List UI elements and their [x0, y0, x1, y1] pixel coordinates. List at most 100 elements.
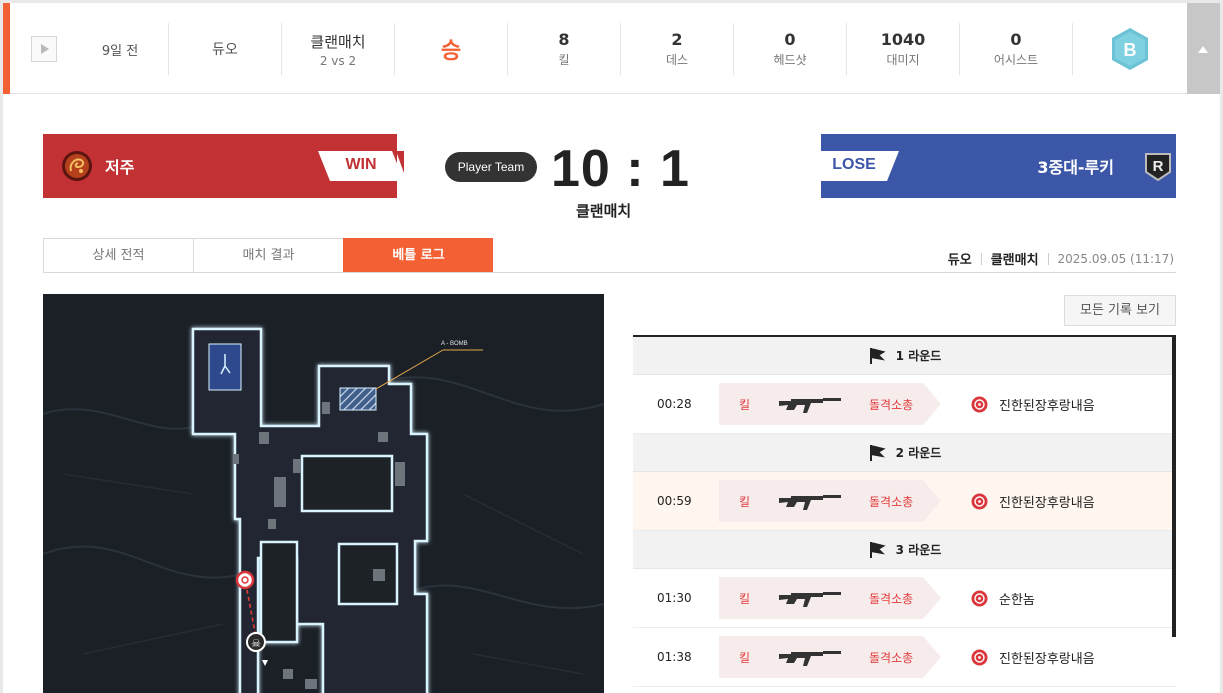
rank-badge-letter: B — [1124, 40, 1137, 60]
stat-value: 2 — [671, 30, 683, 49]
victim-target-icon — [971, 396, 988, 413]
round-header: 3 라운드 — [633, 531, 1176, 569]
meta-separator — [980, 252, 982, 265]
assault-rifle-icon — [779, 398, 841, 413]
team-b-name: 3중대-루키 — [1037, 158, 1114, 177]
kill-log-row[interactable]: 00:28 킬 돌격소총 진한된장후랑내음 — [633, 375, 1176, 434]
match-detail-panel: 9일 전 듀오 클랜매치 2 vs 2 승 8 킬 2 데스 0 헤드샷 104… — [3, 3, 1220, 693]
stat-deaths: 2 데스 — [621, 23, 733, 75]
kill-action: 킬 — [739, 592, 751, 606]
tab-detail-record[interactable]: 상세 전적 — [43, 238, 193, 273]
replay-button[interactable] — [31, 36, 57, 62]
stat-value: 0 — [784, 30, 796, 49]
match-type: 클랜매치 — [310, 32, 366, 51]
lose-tag: LOSE — [809, 151, 899, 181]
round-label: 1 라운드 — [895, 349, 942, 363]
result-cell: 승 — [395, 23, 507, 75]
tab-battle-log[interactable]: 베틀 로그 — [343, 238, 493, 273]
kill-log-row[interactable]: 01:30 킬 돌격소총 순한놈 — [633, 569, 1176, 628]
result-label: 승 — [440, 39, 462, 64]
match-format: 2 vs 2 — [319, 53, 357, 68]
match-summary-row[interactable]: 9일 전 듀오 클랜매치 2 vs 2 승 8 킬 2 데스 0 헤드샷 104… — [3, 3, 1220, 94]
battle-map[interactable]: A - BOMB ☠ — [43, 294, 604, 693]
kill-info: 킬 돌격소총 — [719, 577, 941, 619]
round-header: 1 라운드 — [633, 337, 1176, 375]
kill-action: 킬 — [739, 495, 751, 509]
svg-text:R: R — [1153, 158, 1164, 175]
victim-name: 진한된장후랑내음 — [999, 652, 1095, 667]
victim-name: 진한된장후랑내음 — [999, 496, 1095, 511]
team-b-result: LOSE — [832, 156, 876, 173]
kill-time: 01:30 — [657, 591, 692, 605]
weapon-name: 돌격소총 — [869, 495, 914, 509]
stat-value: 1040 — [880, 30, 926, 49]
victim-target-icon — [971, 590, 988, 607]
stat-label: 데스 — [665, 53, 689, 67]
detail-tabs: 상세 전적 매치 결과 베틀 로그 — [43, 238, 493, 273]
log-scrollbar[interactable] — [1172, 337, 1176, 637]
score-match-type: 클랜매치 — [576, 202, 632, 220]
time-ago-cell: 9일 전 — [75, 23, 165, 75]
stat-label: 킬 — [558, 53, 570, 67]
weapon-name: 돌격소총 — [869, 592, 914, 606]
assault-rifle-icon — [779, 651, 841, 666]
map-layout-image: A - BOMB ☠ — [43, 294, 604, 693]
stat-value: 0 — [1010, 30, 1022, 49]
win-accent-stripe — [3, 3, 10, 94]
stat-kills: 8 킬 — [508, 23, 620, 75]
victim-name: 순한놈 — [999, 593, 1035, 608]
meta-separator — [1047, 252, 1049, 265]
victim-marker-icon — [235, 570, 255, 590]
victim-name: 진한된장후랑내음 — [999, 399, 1095, 414]
mode-cell: 듀오 — [169, 23, 281, 75]
flag-icon — [869, 541, 886, 558]
kill-action: 킬 — [739, 651, 751, 665]
assault-rifle-icon — [779, 495, 841, 510]
victim-target-icon — [971, 493, 988, 510]
meta-mode: 듀오 — [947, 253, 972, 268]
kill-info: 킬 돌격소총 — [719, 480, 941, 522]
chevron-up-icon — [1198, 46, 1208, 53]
kill-action: 킬 — [739, 398, 751, 412]
stat-damage: 1040 대미지 — [847, 23, 959, 75]
flag-icon — [869, 444, 886, 461]
stat-label: 어시스트 — [993, 53, 1039, 67]
team-a-name: 저주 — [105, 158, 135, 177]
weapon-name: 돌격소총 — [869, 651, 914, 665]
rank-badge-icon: B — [1112, 28, 1148, 70]
match-score: 10 : 1 — [551, 140, 690, 198]
stat-headshots: 0 헤드샷 — [734, 23, 846, 75]
clan-emblem-icon — [62, 151, 92, 181]
play-icon — [41, 44, 49, 54]
weapon-name: 돌격소총 — [869, 398, 914, 412]
team-a-result: WIN — [345, 156, 377, 173]
kill-log-row[interactable]: 00:59 킬 돌격소총 진한된장후랑내음 — [633, 472, 1176, 531]
view-all-records-button[interactable]: 모든 기록 보기 — [1064, 295, 1176, 326]
svg-text:☠: ☠ — [251, 637, 261, 650]
kill-log-row[interactable]: 01:38 킬 돌격소총 진한된장후랑내음 — [633, 628, 1176, 687]
collapse-button[interactable] — [1187, 3, 1220, 94]
kill-time: 00:59 — [657, 494, 692, 508]
round-label: 2 라운드 — [895, 446, 942, 460]
mode-label: 듀오 — [212, 42, 238, 58]
battle-log-list[interactable]: 1 라운드 00:28 킬 돌격소총 진한된장후랑내음 2 라운드 00:59 … — [633, 335, 1176, 693]
stat-value: 8 — [558, 30, 570, 49]
kill-time: 01:38 — [657, 650, 692, 664]
round-header: 2 라운드 — [633, 434, 1176, 472]
tab-match-result[interactable]: 매치 결과 — [193, 238, 343, 273]
match-type-cell: 클랜매치 2 vs 2 — [282, 23, 394, 75]
bomb-site-label: A - BOMB — [441, 341, 468, 347]
assault-rifle-icon — [779, 592, 841, 607]
victim-target-icon — [971, 649, 988, 666]
tab-underline — [43, 272, 1176, 273]
time-ago: 9일 전 — [101, 43, 139, 59]
clan-emblem-icon: R — [1145, 153, 1171, 182]
stat-label: 대미지 — [886, 53, 920, 67]
win-tag: WIN — [318, 151, 404, 181]
stat-assists: 0 어시스트 — [960, 23, 1072, 75]
kill-info: 킬 돌격소총 — [719, 636, 941, 678]
meta-date: 2025.09.05 (11:17) — [1057, 251, 1174, 266]
team-b-bar: LOSE 3중대-루키 R — [809, 134, 1176, 198]
player-team-badge: Player Team — [445, 152, 537, 182]
team-a-bar: 저주 WIN — [43, 134, 404, 198]
